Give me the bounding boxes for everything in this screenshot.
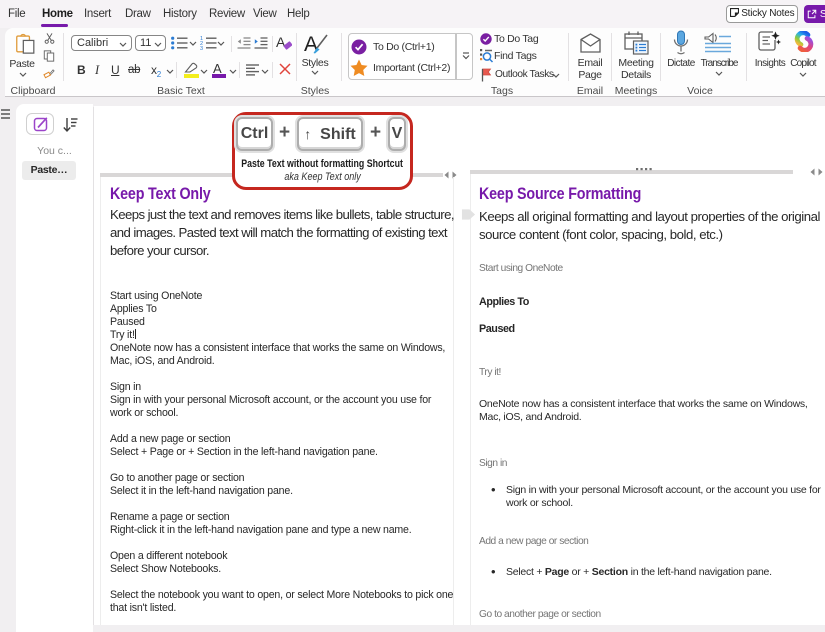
- svg-text:3: 3: [200, 46, 203, 50]
- svg-text:A: A: [276, 34, 286, 50]
